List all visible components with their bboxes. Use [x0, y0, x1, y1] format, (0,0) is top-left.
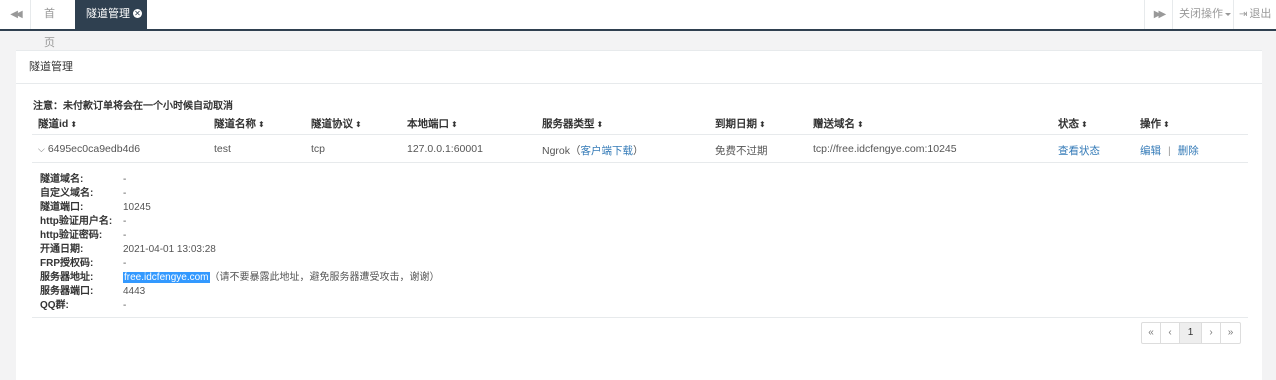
detail-row: 服务器端口: 4443	[40, 282, 145, 297]
col-label: 到期日期	[715, 118, 757, 130]
page-last-button[interactable]: »	[1221, 323, 1240, 343]
page-current-button[interactable]: 1	[1180, 323, 1202, 343]
col-label: 隧道id	[38, 118, 69, 130]
col-status[interactable]: 状态 ⬍	[1058, 116, 1088, 131]
chevron-down-icon	[1225, 12, 1231, 16]
detail-label: 隧道域名:	[40, 174, 84, 185]
cell-server-type: Ngrok（客户端下载）	[542, 143, 644, 158]
detail-value: -	[123, 300, 127, 311]
action-separator: |	[1168, 145, 1171, 157]
col-local-port[interactable]: 本地端口 ⬍	[407, 116, 458, 131]
col-label: 状态	[1058, 118, 1079, 130]
backward-icon[interactable]: ◀◀	[0, 0, 31, 29]
sort-icon: ⬍	[759, 120, 766, 129]
detail-label: 隧道端口:	[40, 202, 84, 213]
cell-tunnel-name: test	[214, 143, 231, 155]
detail-label: QQ群:	[40, 300, 69, 311]
col-server-type[interactable]: 服务器类型 ⬍	[542, 116, 603, 131]
delete-link[interactable]: 删除	[1178, 145, 1199, 157]
tunnel-id-value: 6495ec0ca9edb4d6	[47, 143, 141, 155]
cell-expiry: 免费不过期	[715, 145, 768, 157]
detail-row: 服务器地址: free.idcfengye.com（请不要暴露此地址，避免服务器遭…	[40, 268, 440, 283]
chevron-down-icon[interactable]: ⌵	[38, 144, 45, 154]
detail-row: http验证用户名: -	[40, 212, 126, 227]
col-label: 赠送域名	[813, 118, 855, 130]
paren-close: ）	[633, 145, 644, 157]
server-address-note: （请不要暴露此地址，避免服务器遭受攻击，谢谢）	[209, 272, 440, 283]
detail-row: 隧道端口: 10245	[40, 198, 151, 213]
detail-label: http验证用户名:	[40, 216, 113, 227]
edit-link[interactable]: 编辑	[1140, 145, 1161, 157]
sort-icon: ⬍	[857, 120, 864, 129]
page-first-button[interactable]: «	[1142, 323, 1161, 343]
panel-title: 隧道管理	[16, 51, 1262, 84]
col-protocol[interactable]: 隧道协议 ⬍	[311, 116, 362, 131]
logout-icon: ⇥	[1239, 9, 1248, 20]
detail-label: 服务器地址:	[40, 272, 94, 283]
col-domain[interactable]: 赠送域名 ⬍	[813, 116, 864, 131]
sort-icon: ⬍	[1081, 120, 1088, 129]
detail-label: 自定义域名:	[40, 188, 94, 199]
tunnel-panel: 隧道管理 注意：未付款订单将会在一个小时候自动取消 隧道id ⬍ 隧道名称 ⬍ 隧道…	[16, 50, 1262, 380]
logout-label: 退出	[1249, 8, 1272, 20]
detail-row: QQ群: -	[40, 296, 127, 311]
view-status-link[interactable]: 查看状态	[1058, 143, 1100, 158]
detail-row: 隧道域名: -	[40, 170, 126, 185]
table-row[interactable]: ⌵ 6495ec0ca9edb4d6 test tcp 127.0.0.1:600…	[32, 135, 1248, 163]
detail-row: FRP授权码: -	[40, 254, 126, 269]
col-actions[interactable]: 操作 ⬍	[1140, 116, 1170, 131]
sort-icon: ⬍	[355, 120, 362, 129]
sort-icon: ⬍	[1163, 120, 1170, 129]
col-expiry[interactable]: 到期日期 ⬍	[715, 116, 766, 131]
page-prev-button[interactable]: ‹	[1161, 323, 1180, 343]
detail-row: http验证密码: -	[40, 226, 126, 241]
detail-row: 开通日期: 2021-04-01 13:03:28	[40, 240, 216, 255]
cell-protocol: tcp	[311, 143, 326, 155]
table-header: 隧道id ⬍ 隧道名称 ⬍ 隧道协议 ⬍ 本地端口 ⬍ 服务器类型 ⬍ 到期日期 ⬍ 赠送域…	[32, 109, 1248, 135]
close-operations-label: 关闭操作	[1179, 8, 1223, 20]
sort-icon: ⬍	[258, 120, 265, 129]
server-type-value: Ngrok	[542, 145, 571, 157]
cell-actions: 编辑 | 删除	[1140, 143, 1199, 158]
tab-home[interactable]: 首页	[34, 0, 74, 49]
tab-home-label: 首页	[44, 8, 55, 49]
detail-value: 2021-04-01 13:03:28	[123, 244, 216, 255]
tab-tunnel-management[interactable]: 隧道管理 ✕	[75, 0, 147, 29]
close-operations-dropdown[interactable]: 关闭操作	[1172, 0, 1232, 29]
sort-icon: ⬍	[70, 120, 78, 129]
cell-tunnel-id[interactable]: ⌵ 6495ec0ca9edb4d6	[38, 143, 140, 155]
cell-local-port: 127.0.0.1:60001	[407, 143, 483, 155]
detail-value: 10245	[123, 202, 151, 213]
paren-open: （	[570, 145, 581, 157]
col-tunnel-id[interactable]: 隧道id ⬍	[38, 116, 77, 131]
pagination: « ‹ 1 › »	[1141, 322, 1241, 344]
col-label: 本地端口	[407, 118, 449, 130]
cell-domain: tcp://free.idcfengye.com:10245	[813, 143, 957, 155]
detail-label: 服务器端口:	[40, 286, 94, 297]
col-label: 隧道协议	[311, 118, 353, 130]
col-label: 操作	[1140, 118, 1161, 130]
close-icon[interactable]: ✕	[133, 8, 142, 18]
tab-tunnel-label: 隧道管理	[86, 8, 130, 20]
sort-icon: ⬍	[451, 120, 458, 129]
col-label: 服务器类型	[542, 118, 595, 130]
client-download-link[interactable]: 客户端下载	[581, 145, 634, 157]
col-label: 隧道名称	[214, 118, 256, 130]
top-tab-bar: ◀◀ 首页 隧道管理 ✕ ▶▶ 关闭操作 ⇥ 退出	[0, 0, 1276, 49]
logout-button[interactable]: ⇥ 退出	[1233, 0, 1276, 29]
detail-label: FRP授权码:	[40, 258, 94, 269]
detail-row: 自定义域名: -	[40, 184, 126, 199]
forward-icon[interactable]: ▶▶	[1144, 0, 1172, 29]
detail-label: http验证密码:	[40, 230, 103, 241]
sort-icon: ⬍	[596, 120, 604, 129]
row-detail: 隧道域名: - 自定义域名: - 隧道端口: 10245 http验证用户名: - ht…	[32, 163, 1248, 318]
col-tunnel-name[interactable]: 隧道名称 ⬍	[214, 116, 265, 131]
detail-label: 开通日期:	[40, 244, 84, 255]
page-next-button[interactable]: ›	[1202, 323, 1221, 343]
